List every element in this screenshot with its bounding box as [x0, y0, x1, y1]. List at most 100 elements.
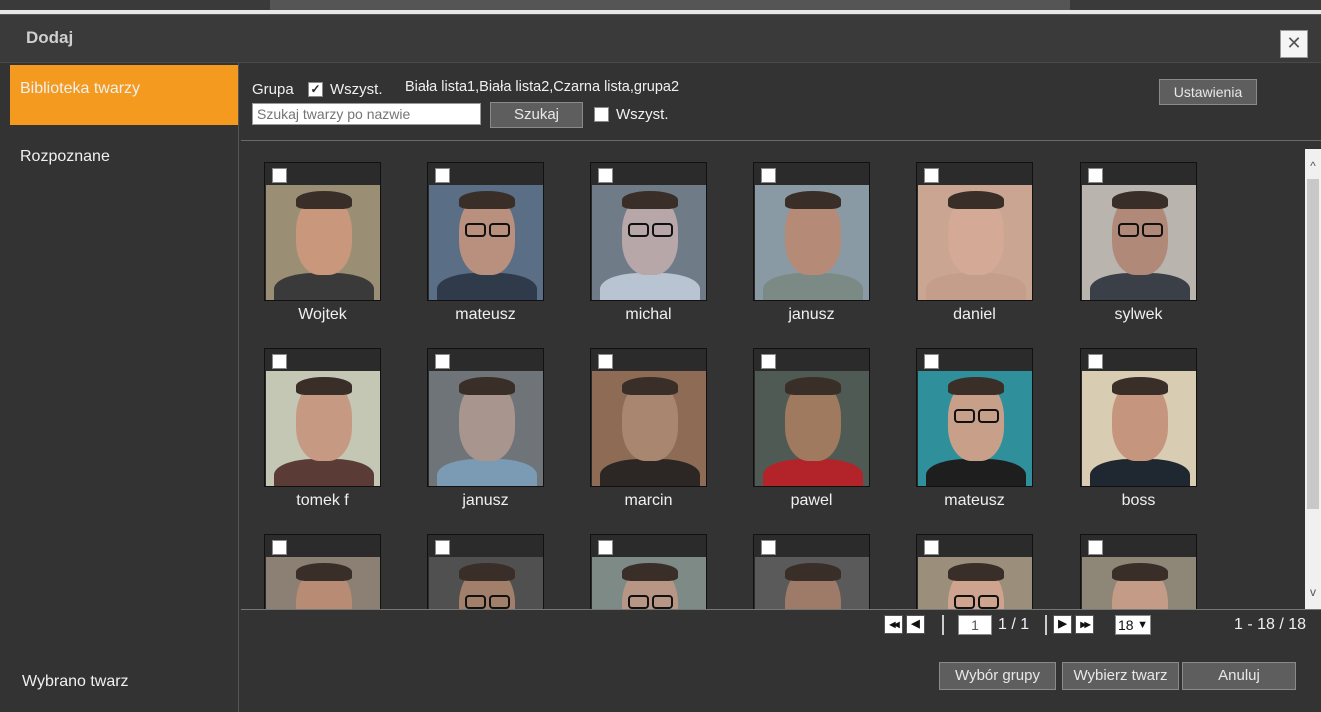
face-image-hair	[1112, 563, 1168, 581]
face-image-hair	[296, 563, 352, 581]
group-all-checkbox[interactable]: ✓	[308, 82, 323, 97]
face-image-shoulders	[600, 459, 700, 486]
face-select-checkbox[interactable]	[598, 540, 613, 555]
face-select-checkbox[interactable]	[761, 354, 776, 369]
face-image	[592, 557, 706, 609]
face-select-checkbox[interactable]	[924, 168, 939, 183]
sidebar-item-recognized[interactable]: Rozpoznane	[10, 133, 238, 193]
face-image-hair	[296, 377, 352, 395]
background-bar-segment	[270, 0, 1070, 10]
face-photo[interactable]	[427, 162, 544, 301]
cancel-button[interactable]: Anuluj	[1182, 662, 1296, 690]
face-select-checkbox[interactable]	[761, 168, 776, 183]
face-grid: Wojtek mateusz michal janusz daniel sylwek tom…	[241, 141, 1305, 609]
face-name: mateusz	[944, 492, 1005, 509]
last-page-button[interactable]: ▶▶	[1075, 615, 1094, 634]
face-image	[755, 185, 869, 300]
face-image-glasses	[978, 595, 999, 609]
face-select-checkbox[interactable]	[435, 354, 450, 369]
face-image-shoulders	[763, 273, 863, 300]
face-image	[918, 185, 1032, 300]
face-name: sylwek	[1114, 306, 1163, 323]
page-of-label: 1 / 1	[998, 616, 1030, 633]
sidebar-item-label: Rozpoznane	[20, 148, 110, 165]
grid-scrollbar[interactable]: ^ v	[1305, 149, 1321, 609]
next-page-button[interactable]: ▶	[1053, 615, 1072, 634]
sidebar: Biblioteka twarzy Rozpoznane Wybrano twa…	[0, 63, 239, 712]
face-image-hair	[296, 191, 352, 209]
face-name: janusz	[788, 306, 835, 323]
face-photo[interactable]	[916, 162, 1033, 301]
select-all-label: Wszyst.	[616, 106, 669, 123]
face-image	[266, 371, 380, 486]
face-image	[1082, 185, 1196, 300]
face-image-hair	[1112, 377, 1168, 395]
close-button[interactable]: ✕	[1280, 30, 1308, 58]
face-photo[interactable]	[1080, 162, 1197, 301]
face-image-hair	[785, 191, 841, 209]
search-input[interactable]	[252, 103, 481, 125]
scrollbar-thumb[interactable]	[1307, 179, 1319, 509]
face-select-checkbox[interactable]	[272, 168, 287, 183]
select-group-button[interactable]: Wybór grupy	[939, 662, 1056, 690]
face-image	[918, 557, 1032, 609]
face-image-hair	[459, 377, 515, 395]
face-select-checkbox[interactable]	[598, 168, 613, 183]
face-photo[interactable]	[590, 162, 707, 301]
face-photo[interactable]	[753, 534, 870, 609]
face-image-hair	[948, 377, 1004, 395]
face-photo[interactable]	[916, 348, 1033, 487]
face-photo[interactable]	[427, 534, 544, 609]
sidebar-item-face-library[interactable]: Biblioteka twarzy	[10, 65, 238, 125]
face-image-hair	[948, 563, 1004, 581]
face-photo[interactable]	[264, 162, 381, 301]
face-photo[interactable]	[1080, 348, 1197, 487]
scroll-up-icon[interactable]: ^	[1305, 159, 1321, 173]
face-select-checkbox[interactable]	[272, 354, 287, 369]
face-image	[266, 185, 380, 300]
face-select-checkbox[interactable]	[924, 540, 939, 555]
face-select-checkbox[interactable]	[435, 540, 450, 555]
face-image-glasses	[489, 223, 510, 237]
dialog-titlebar: Dodaj ✕	[0, 15, 1321, 63]
face-image	[592, 185, 706, 300]
select-face-button[interactable]: Wybierz twarz	[1062, 662, 1179, 690]
face-image	[429, 557, 543, 609]
face-select-checkbox[interactable]	[924, 354, 939, 369]
face-photo[interactable]	[427, 348, 544, 487]
face-photo[interactable]	[590, 348, 707, 487]
face-image-shoulders	[926, 459, 1026, 486]
face-select-checkbox[interactable]	[598, 354, 613, 369]
settings-button[interactable]: Ustawienia	[1159, 79, 1257, 105]
select-all-checkbox[interactable]	[594, 107, 609, 122]
face-select-checkbox[interactable]	[272, 540, 287, 555]
face-photo[interactable]	[916, 534, 1033, 609]
per-page-select[interactable]: 18 ▼	[1115, 615, 1151, 635]
face-photo[interactable]	[753, 162, 870, 301]
face-select-checkbox[interactable]	[1088, 540, 1103, 555]
page-number-input[interactable]: 1	[958, 615, 992, 635]
face-image-hair	[785, 377, 841, 395]
face-photo[interactable]	[753, 348, 870, 487]
face-image-glasses	[652, 595, 673, 609]
first-page-button[interactable]: ◀◀	[884, 615, 903, 634]
face-photo[interactable]	[590, 534, 707, 609]
face-name: mateusz	[455, 306, 516, 323]
face-select-checkbox[interactable]	[761, 540, 776, 555]
prev-page-button[interactable]: ◀	[906, 615, 925, 634]
prev-page-icon: ◀	[911, 618, 920, 630]
scroll-down-icon[interactable]: v	[1305, 585, 1321, 599]
face-photo[interactable]	[264, 534, 381, 609]
face-image-hair	[948, 191, 1004, 209]
face-photo[interactable]	[264, 348, 381, 487]
per-page-value: 18	[1118, 617, 1134, 633]
face-name: pawel	[790, 492, 833, 509]
face-image-hair	[622, 191, 678, 209]
next-page-icon: ▶	[1058, 618, 1067, 630]
face-select-checkbox[interactable]	[1088, 354, 1103, 369]
face-photo[interactable]	[1080, 534, 1197, 609]
face-select-checkbox[interactable]	[435, 168, 450, 183]
face-image	[1082, 557, 1196, 609]
search-button[interactable]: Szukaj	[490, 102, 583, 128]
face-select-checkbox[interactable]	[1088, 168, 1103, 183]
